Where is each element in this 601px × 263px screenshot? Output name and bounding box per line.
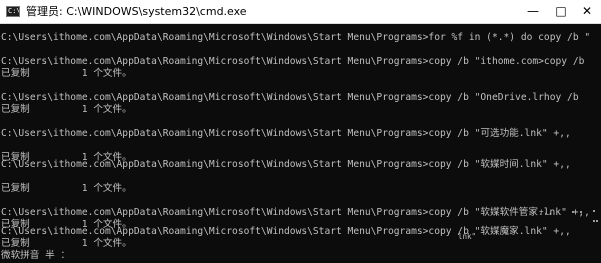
close-button[interactable]: ✕ xyxy=(573,0,601,23)
window-title: 管理员: C:\WINDOWS\system32\cmd.exe xyxy=(26,5,247,18)
console-output[interactable]: C:\Users\ithome.com\AppData\Roaming\Micr… xyxy=(0,28,601,263)
scroll-dot xyxy=(580,211,582,213)
console-line: C:\Users\ithome.com\AppData\Roaming\Micr… xyxy=(1,128,571,139)
scroll-dot xyxy=(593,210,595,212)
console-line: C:\Users\ithome.com\AppData\Roaming\Micr… xyxy=(1,226,571,237)
console-fragment: lnk" xyxy=(458,232,477,241)
console-line: 已复制 1 个文件。 xyxy=(1,183,132,194)
maximize-button[interactable]: □ xyxy=(547,0,575,23)
console-line: C:\Users\ithome.com\AppData\Roaming\Micr… xyxy=(1,32,601,43)
console-line: 已复制 1 个文件。 xyxy=(1,104,132,115)
console-line: 已复制 1 个文件。 xyxy=(1,68,132,79)
cmd-window: C:\ 管理员: C:\WINDOWS\system32\cmd.exe — □… xyxy=(0,0,601,263)
console-line: C:\Users\ithome.com\AppData\Roaming\Micr… xyxy=(1,159,571,170)
cmd-icon: C:\ xyxy=(6,6,20,17)
scroll-dot xyxy=(572,211,574,213)
scroll-dot xyxy=(596,220,598,222)
console-line: 已复制 1 个文件。 xyxy=(1,238,132,249)
console-fragment: +,, xyxy=(539,207,553,216)
minimize-button[interactable]: — xyxy=(519,0,547,23)
scroll-dot xyxy=(593,220,595,222)
console-line: C:\Users\ithome.com\AppData\Roaming\Micr… xyxy=(1,56,585,67)
console-scrollbar[interactable] xyxy=(572,24,601,263)
console-line: 微软拼音 半 ： xyxy=(1,250,71,261)
console-line: C:\Users\ithome.com\AppData\Roaming\Micr… xyxy=(1,207,590,218)
console-line: C:\Users\ithome.com\AppData\Roaming\Micr… xyxy=(1,92,579,103)
title-bar[interactable]: C:\ 管理员: C:\WINDOWS\system32\cmd.exe — □… xyxy=(0,0,601,24)
